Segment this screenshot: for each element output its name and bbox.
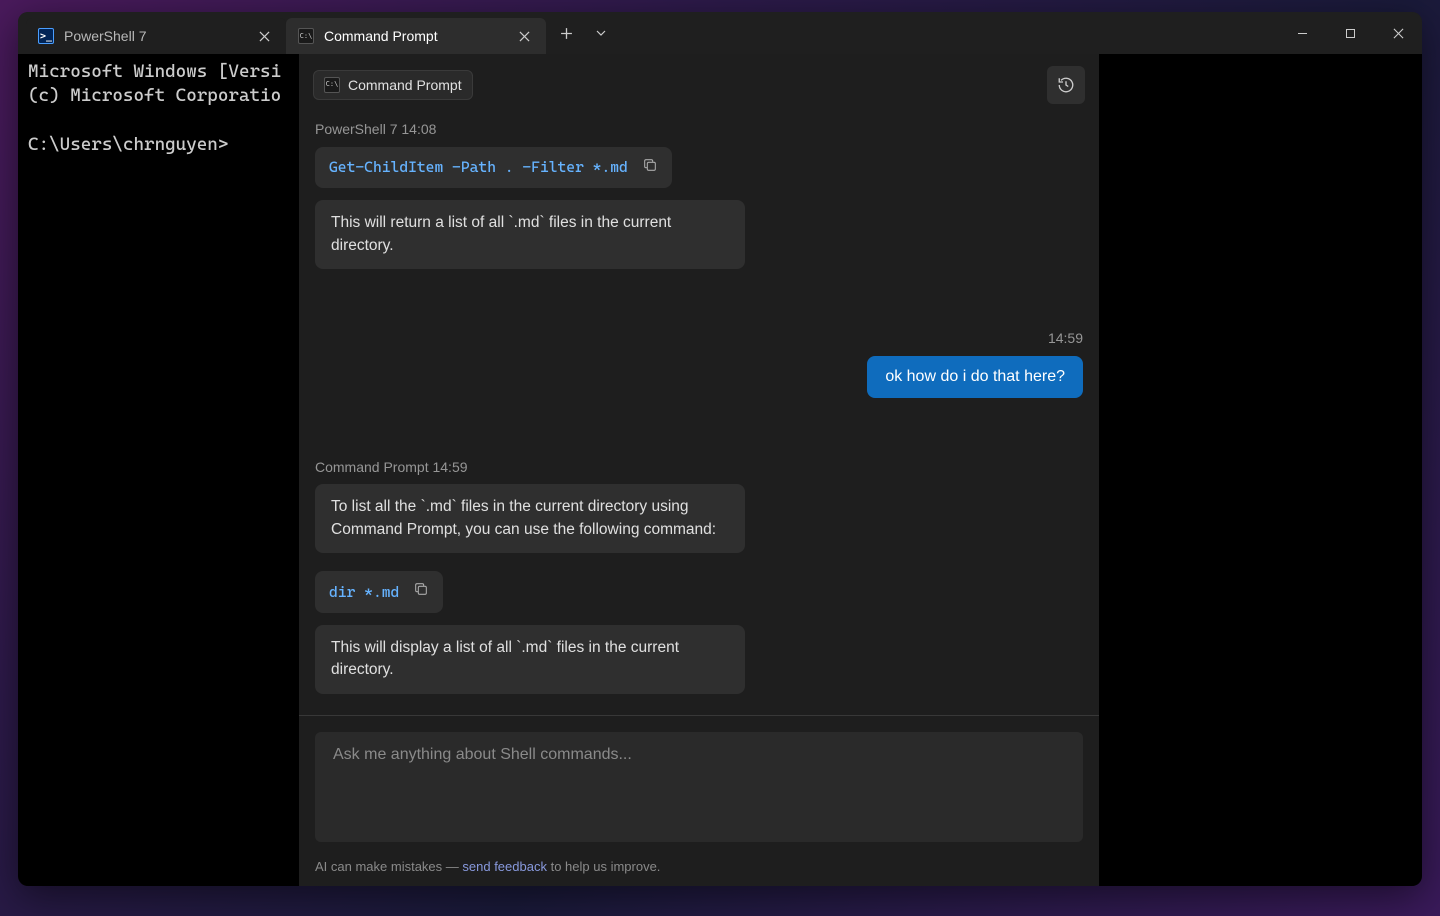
cmd-icon: C:\ [298,28,314,44]
tab-command-prompt[interactable]: C:\ Command Prompt [286,18,546,54]
chat-input[interactable] [315,732,1083,842]
tab-powershell[interactable]: >_ PowerShell 7 [26,18,286,54]
chat-header: C:\ Command Prompt [299,54,1099,116]
close-icon[interactable] [514,26,534,46]
context-label: Command Prompt [348,76,462,95]
powershell-icon: >_ [38,28,54,44]
code-block: dir *.md [315,571,443,612]
tab-title: PowerShell 7 [64,28,244,44]
new-tab-button[interactable] [546,12,586,54]
code-text: dir *.md [329,582,399,602]
assistant-message: This will display a list of all `.md` fi… [315,625,745,694]
code-text: Get-ChildItem -Path . -Filter *.md [329,157,628,177]
user-message: ok how do i do that here? [867,356,1083,398]
assistant-message: To list all the `.md` files in the curre… [315,484,745,553]
message-meta: PowerShell 7 14:08 [315,120,1083,139]
assistant-message: This will return a list of all `.md` fil… [315,200,745,269]
feedback-link[interactable]: send feedback [462,859,547,874]
tab-actions [546,12,616,54]
message-meta: Command Prompt 14:59 [315,458,1083,477]
titlebar: >_ PowerShell 7 C:\ Command Prompt [18,12,1422,54]
code-block: Get-ChildItem -Path . -Filter *.md [315,147,672,188]
ai-disclaimer: AI can make mistakes — send feedback to … [315,858,1083,876]
close-button[interactable] [1374,12,1422,54]
terminal-window: >_ PowerShell 7 C:\ Command Prompt [18,12,1422,886]
cmd-icon: C:\ [324,77,340,93]
chat-input-area: AI can make mistakes — send feedback to … [299,715,1099,886]
chat-panel: C:\ Command Prompt PowerShell 7 14:08 Ge… [299,54,1099,886]
terminal-body[interactable]: Microsoft Windows [Versi (c) Microsoft C… [18,54,1422,886]
chat-context-badge[interactable]: C:\ Command Prompt [313,70,473,101]
maximize-button[interactable] [1326,12,1374,54]
copy-icon[interactable] [642,157,658,178]
tab-dropdown-button[interactable] [586,12,616,54]
copy-icon[interactable] [413,581,429,602]
history-button[interactable] [1047,66,1085,104]
tab-title: Command Prompt [324,28,504,44]
window-controls [1278,12,1422,54]
tabs-area: >_ PowerShell 7 C:\ Command Prompt [18,12,1278,54]
close-icon[interactable] [254,26,274,46]
chat-message-list[interactable]: PowerShell 7 14:08 Get-ChildItem -Path .… [299,116,1099,715]
message-time: 14:59 [315,329,1083,348]
minimize-button[interactable] [1278,12,1326,54]
